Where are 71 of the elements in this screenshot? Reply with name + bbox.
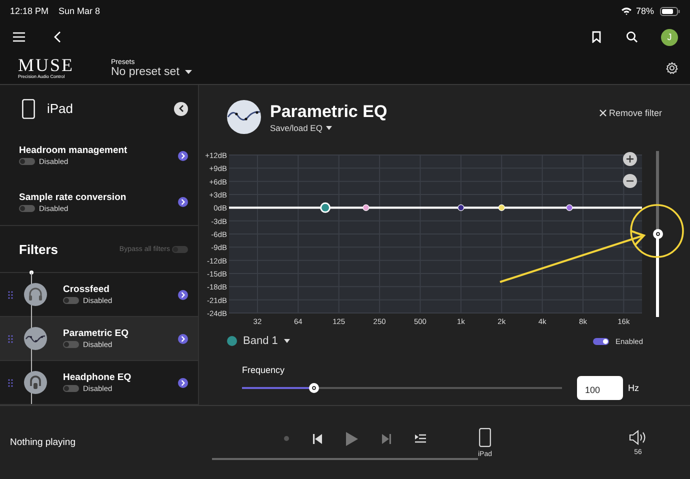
device-name: iPad	[47, 101, 74, 116]
tablet-icon	[22, 98, 35, 119]
toggle-switch[interactable]	[63, 341, 79, 348]
frequency-input[interactable]: 100	[577, 376, 623, 400]
filter-title: Parametric EQ	[270, 102, 388, 122]
band-point[interactable]	[566, 204, 573, 211]
drag-handle-icon	[8, 378, 13, 386]
caret-icon	[326, 126, 332, 130]
save-load-dropdown[interactable]: Save/load EQ	[270, 122, 388, 132]
zoom-in-button[interactable]	[623, 152, 637, 166]
collapse-button[interactable]	[174, 102, 188, 116]
play-button[interactable]	[346, 432, 358, 446]
eq-curve-icon	[227, 100, 261, 134]
caret-icon	[185, 70, 192, 74]
previous-button[interactable]	[313, 434, 322, 444]
chevron-right-icon	[181, 380, 185, 386]
highlight-circle	[630, 204, 684, 258]
chevron-left-icon	[178, 105, 184, 112]
toggle-switch[interactable]	[172, 246, 188, 253]
drag-handle-icon	[8, 290, 13, 298]
toggle-switch[interactable]	[19, 158, 35, 166]
headphone-icon	[24, 371, 47, 394]
filters-heading: Filters	[19, 242, 58, 257]
chevron-button[interactable]	[178, 334, 188, 344]
status-time: 12:18 PM	[10, 6, 49, 16]
chevron-right-icon	[181, 292, 185, 298]
band-dropdown[interactable]: Band 1	[243, 335, 290, 347]
toggle-switch[interactable]	[19, 204, 35, 212]
chevron-right-icon	[181, 199, 185, 206]
chevron-button[interactable]	[178, 150, 188, 161]
app-logo: MUSE	[18, 56, 76, 74]
now-playing-text: Nothing playing	[10, 437, 76, 448]
zoom-out-button[interactable]	[623, 174, 637, 188]
toggle-switch[interactable]	[63, 297, 79, 304]
record-icon	[284, 436, 289, 441]
band-point[interactable]	[458, 204, 464, 211]
speaker-icon	[629, 430, 648, 444]
tablet-icon	[479, 428, 491, 446]
chevron-right-icon	[181, 336, 185, 342]
chevron-button[interactable]	[178, 197, 188, 208]
close-icon	[598, 109, 607, 117]
status-date: Sun Mar 8	[58, 6, 100, 16]
queue-button[interactable]	[415, 434, 426, 443]
eq-curve-icon	[24, 327, 47, 350]
setting-name: Headroom management	[19, 145, 128, 156]
search-button[interactable]	[625, 30, 639, 44]
headphones-icon	[24, 283, 47, 306]
frequency-label: Frequency	[242, 365, 285, 375]
drag-handle-icon	[8, 334, 13, 342]
preset-dropdown[interactable]: No preset set	[111, 66, 192, 78]
setting-name: Sample rate conversion	[19, 192, 126, 203]
battery-percent: 78%	[636, 6, 654, 16]
battery-icon	[660, 6, 680, 16]
band-point[interactable]	[320, 202, 331, 213]
filter-name: Headphone EQ	[63, 372, 132, 383]
chevron-button[interactable]	[178, 290, 188, 300]
wifi-icon	[620, 7, 632, 15]
menu-button[interactable]	[12, 30, 26, 44]
toggle-switch[interactable]	[593, 338, 610, 344]
unit-label: Hz	[628, 383, 639, 393]
band-point[interactable]	[362, 204, 370, 211]
caret-icon	[284, 339, 290, 343]
chevron-button[interactable]	[178, 378, 188, 388]
next-button[interactable]	[382, 434, 391, 444]
filter-name: Parametric EQ	[63, 328, 128, 339]
band-point[interactable]	[498, 204, 505, 211]
filter-name: Crossfeed	[63, 284, 110, 295]
chevron-right-icon	[181, 152, 185, 159]
toggle-switch[interactable]	[63, 385, 79, 392]
settings-button[interactable]	[665, 61, 679, 75]
remove-filter-button[interactable]: Remove filter	[598, 108, 662, 118]
